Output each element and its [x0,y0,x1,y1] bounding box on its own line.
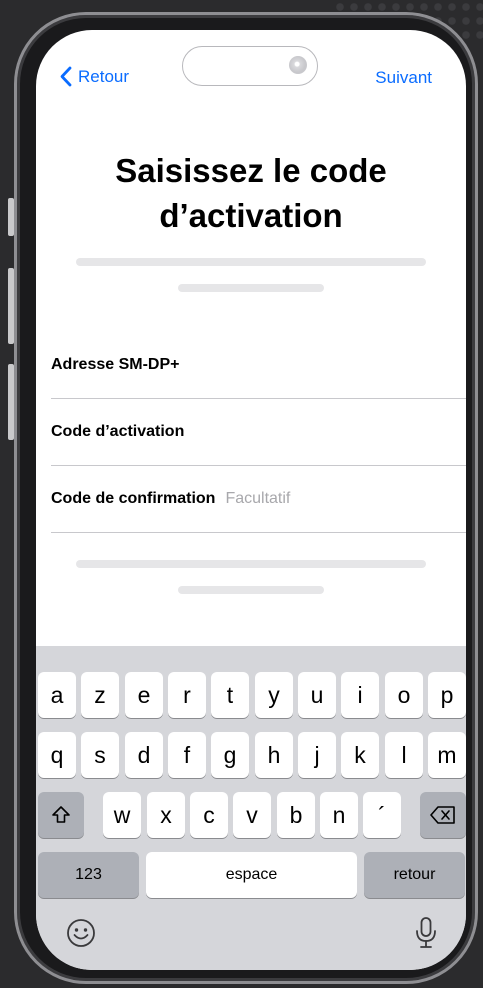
key-i[interactable]: i [341,672,379,718]
confirmation-code-field[interactable]: Code de confirmation Facultatif [51,466,466,533]
space-key[interactable]: espace [146,852,357,898]
key-a[interactable]: a [38,672,76,718]
microphone-icon[interactable] [414,916,438,955]
dynamic-island [182,46,318,86]
phone-screen: Retour Suivant Saisissez le code d’activ… [36,30,466,970]
field-label: Code de confirmation [51,490,216,507]
keyboard: a z e r t y u i o p q s d f g h j k l m w x c v b n ´ 123 espace r… [36,646,466,970]
key-t[interactable]: t [211,672,249,718]
next-button[interactable]: Suivant [375,68,432,88]
key-w[interactable]: w [103,792,141,838]
key-z[interactable]: z [81,672,119,718]
shift-icon [52,806,70,823]
return-key[interactable]: retour [364,852,465,898]
key-h[interactable]: h [255,732,293,778]
key-d[interactable]: d [125,732,163,778]
key-o[interactable]: o [385,672,423,718]
key-v[interactable]: v [233,792,271,838]
key-c[interactable]: c [190,792,228,838]
placeholder-text-bar [76,560,426,568]
key-b[interactable]: b [277,792,315,838]
page-title-line-1: Saisissez le code [115,152,387,189]
key-y[interactable]: y [255,672,293,718]
key-r[interactable]: r [168,672,206,718]
page-title-line-2: d’activation [159,197,343,234]
shift-key[interactable] [38,792,84,838]
placeholder-text-bar [178,284,324,292]
activation-code-field[interactable]: Code d’activation [51,399,466,466]
camera-icon [289,56,307,74]
key-x[interactable]: x [147,792,185,838]
key-accent[interactable]: ´ [363,792,401,838]
back-button-label: Retour [78,66,130,86]
key-l[interactable]: l [385,732,423,778]
key-u[interactable]: u [298,672,336,718]
emoji-icon[interactable] [66,918,96,953]
chevron-left-icon [60,66,72,87]
key-p[interactable]: p [428,672,466,718]
back-button[interactable]: Retour [60,66,129,87]
placeholder-text-bar [76,258,426,266]
key-m[interactable]: m [428,732,466,778]
key-g[interactable]: g [211,732,249,778]
field-placeholder: Facultatif [225,490,291,507]
key-k[interactable]: k [341,732,379,778]
field-label: Adresse SM-DP+ [51,356,180,373]
key-f[interactable]: f [168,732,206,778]
field-label: Code d’activation [51,423,185,440]
key-j[interactable]: j [298,732,336,778]
numbers-key[interactable]: 123 [38,852,139,898]
page-title: Saisissez le code d’activation [36,148,466,238]
placeholder-text-bar [178,586,324,594]
sm-dp-address-field[interactable]: Adresse SM-DP+ [51,332,466,399]
delete-icon [430,806,455,824]
key-n[interactable]: n [320,792,358,838]
key-q[interactable]: q [38,732,76,778]
delete-key[interactable] [420,792,466,838]
key-s[interactable]: s [81,732,119,778]
key-e[interactable]: e [125,672,163,718]
